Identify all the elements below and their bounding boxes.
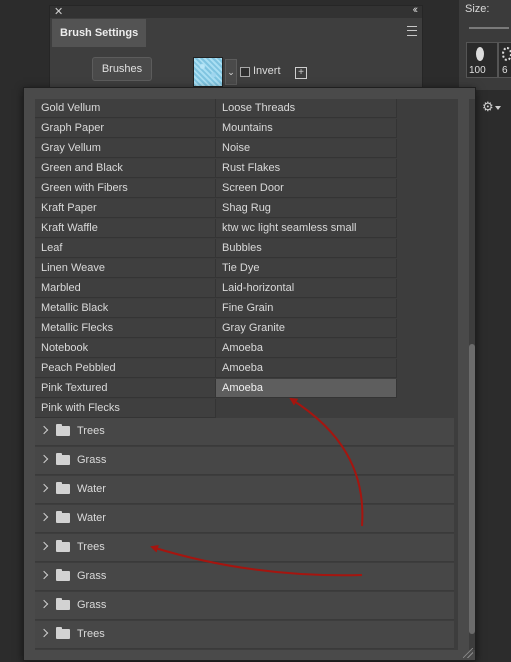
- brush-preset-item[interactable]: Bubbles: [216, 239, 397, 258]
- brush-group-row[interactable]: Grass: [35, 447, 454, 475]
- chevron-right-icon[interactable]: [39, 512, 49, 522]
- brush-tip[interactable]: 100: [466, 42, 498, 78]
- brush-preset-item[interactable]: Screen Door: [216, 179, 397, 198]
- preset-list: Gold Vellum Loose Threads Graph Paper Mount…: [35, 99, 475, 650]
- brush-preset-item[interactable]: Pink with Flecks: [35, 399, 216, 418]
- brush-group-name: Trees: [77, 541, 105, 553]
- invert-label: Invert: [253, 65, 281, 77]
- brush-preset-item[interactable]: Leaf: [35, 239, 216, 258]
- brush-group-name: Grass: [77, 570, 107, 582]
- invert-checkbox[interactable]: [240, 67, 250, 77]
- close-icon[interactable]: ✕: [54, 5, 63, 18]
- brush-group-row[interactable]: Trees: [35, 534, 454, 562]
- brush-preset-item[interactable]: Peach Pebbled: [35, 359, 216, 378]
- brush-preset-item[interactable]: Linen Weave: [35, 259, 216, 278]
- brush-tip-icon: [502, 47, 511, 61]
- scrollbar[interactable]: [469, 99, 475, 650]
- chevron-right-icon[interactable]: [39, 599, 49, 609]
- brush-preset-item[interactable]: Noise: [216, 139, 397, 158]
- brush-preset-item[interactable]: Rust Flakes: [216, 159, 397, 178]
- chevron-right-icon[interactable]: [39, 483, 49, 493]
- chevron-right-icon[interactable]: [39, 541, 49, 551]
- tab-brush-settings[interactable]: Brush Settings: [52, 19, 147, 47]
- brush-preset-item[interactable]: Graph Paper: [35, 119, 216, 138]
- brush-preset-item[interactable]: Notebook: [35, 339, 216, 358]
- brush-preview-thumbnail[interactable]: [193, 57, 223, 87]
- chevron-right-icon[interactable]: [39, 425, 49, 435]
- brush-preset-item[interactable]: Fine Grain: [216, 299, 397, 318]
- brush-preset-item[interactable]: Metallic Flecks: [35, 319, 216, 338]
- brush-preset-item[interactable]: Gray Vellum: [35, 139, 216, 158]
- folder-icon: [56, 424, 70, 436]
- brushes-button[interactable]: Brushes: [92, 57, 152, 81]
- gear-icon[interactable]: ⚙: [482, 99, 501, 115]
- brush-preset-item[interactable]: Tie Dye: [216, 259, 397, 278]
- brush-preset-item[interactable]: Mountains: [216, 119, 397, 138]
- brush-preset-item[interactable]: Amoeba: [216, 359, 397, 378]
- brush-group-name: Trees: [77, 628, 105, 640]
- double-chevron-icon[interactable]: ‹‹: [413, 4, 419, 16]
- brush-preset-item[interactable]: Gray Granite: [216, 319, 397, 338]
- hamburger-menu-icon[interactable]: [407, 26, 417, 36]
- folder-icon: [56, 482, 70, 494]
- brush-preset-item[interactable]: Kraft Waffle: [35, 219, 216, 238]
- folder-icon: [56, 453, 70, 465]
- brush-group-row[interactable]: Trees: [35, 418, 454, 446]
- brush-group-name: Trees: [77, 425, 105, 437]
- brush-group-name: Grass: [77, 599, 107, 611]
- scrollbar-thumb[interactable]: [469, 344, 475, 634]
- chevron-right-icon[interactable]: [39, 570, 49, 580]
- brush-group-row[interactable]: Grass: [35, 563, 454, 591]
- brush-tip[interactable]: 6: [498, 42, 511, 78]
- brush-group-row[interactable]: Water: [35, 476, 454, 504]
- brush-group-row[interactable]: Grass: [35, 592, 454, 620]
- brush-group-row[interactable]: Trees: [35, 621, 454, 649]
- size-label: Size:: [465, 3, 490, 15]
- brush-preset-item[interactable]: Amoeba: [216, 379, 397, 398]
- brush-preset-picker: Gold Vellum Loose Threads Graph Paper Mount…: [23, 87, 476, 661]
- plus-icon[interactable]: +: [295, 67, 307, 79]
- brush-preset-item[interactable]: Kraft Paper: [35, 199, 216, 218]
- brush-tip-icon: [476, 47, 484, 61]
- resize-handle-icon[interactable]: [463, 648, 473, 658]
- brush-group-row[interactable]: Water: [35, 505, 454, 533]
- brush-preset-item[interactable]: ktw wc light seamless small: [216, 219, 397, 238]
- brush-settings-panel: ✕ ‹‹ Brush Settings Brushes ⌄ Invert +: [49, 4, 423, 91]
- brushes-panel: Size: 100 6 ⚙: [459, 0, 511, 114]
- brush-group-name: Water: [77, 483, 106, 495]
- brush-preset-item[interactable]: Laid-horizontal: [216, 279, 397, 298]
- brush-preset-item[interactable]: Gold Vellum: [35, 99, 216, 118]
- brush-preset-item[interactable]: Green and Black: [35, 159, 216, 178]
- folder-icon: [56, 627, 70, 639]
- brush-preset-item[interactable]: Pink Textured: [35, 379, 216, 398]
- brush-preset-item[interactable]: Marbled: [35, 279, 216, 298]
- brush-picker-dropdown[interactable]: ⌄: [225, 59, 237, 85]
- folder-icon: [56, 511, 70, 523]
- brush-preset-item[interactable]: Loose Threads: [216, 99, 397, 118]
- brush-preset-item[interactable]: Green with Fibers: [35, 179, 216, 198]
- brush-group-name: Grass: [77, 454, 107, 466]
- brush-tip-size: 6: [502, 65, 508, 76]
- panel-title-bar: ✕ ‹‹: [50, 4, 422, 18]
- folder-icon: [56, 598, 70, 610]
- chevron-right-icon[interactable]: [39, 628, 49, 638]
- size-slider[interactable]: [469, 27, 509, 29]
- brush-preset-item[interactable]: Metallic Black: [35, 299, 216, 318]
- folder-icon: [56, 540, 70, 552]
- folder-icon: [56, 569, 70, 581]
- brush-group-name: Water: [77, 512, 106, 524]
- brush-preset-item[interactable]: Amoeba: [216, 339, 397, 358]
- chevron-right-icon[interactable]: [39, 454, 49, 464]
- brush-preset-item[interactable]: Shag Rug: [216, 199, 397, 218]
- brush-tip-size: 100: [469, 65, 486, 76]
